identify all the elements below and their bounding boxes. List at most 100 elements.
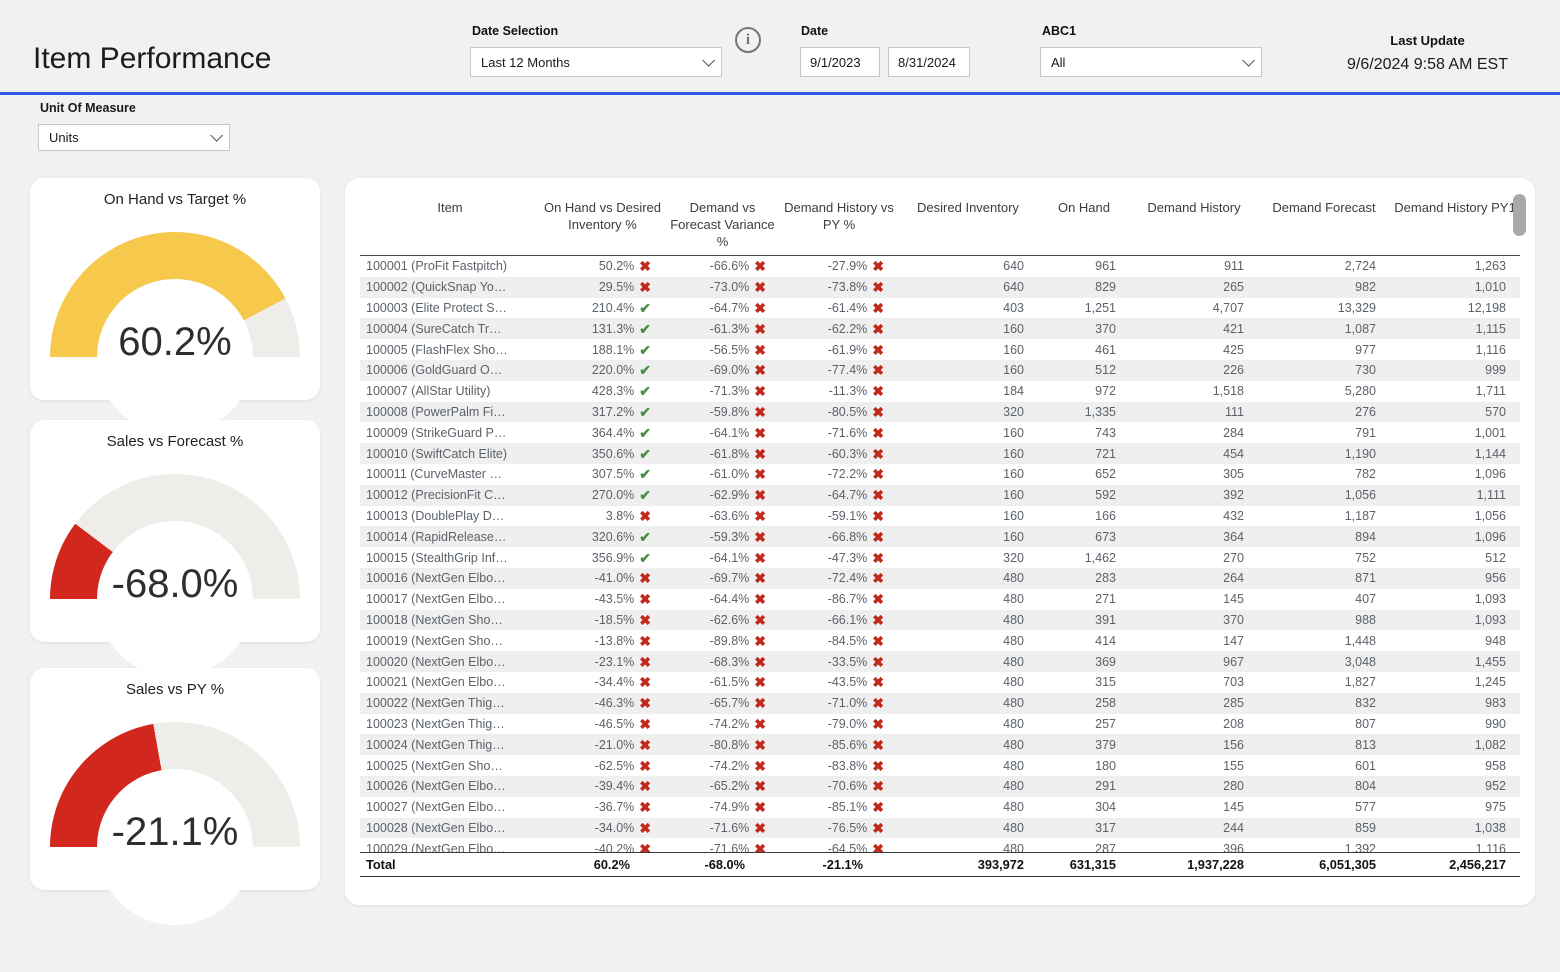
metric-value: -11.3% <box>829 384 868 398</box>
x-icon: ✖ <box>872 488 884 502</box>
metric-value: -72.4% <box>828 571 868 585</box>
date-from-input[interactable]: 9/1/2023 <box>800 47 880 77</box>
metric-cell: -72.4% ✖ <box>780 571 898 585</box>
num-cell: 703 <box>1130 675 1258 689</box>
item-cell: 100007 (AllStar Utility) <box>360 384 540 398</box>
table-row[interactable]: 100019 (NextGen Sho… -13.8% ✖ -89.8% ✖ -… <box>360 630 1520 651</box>
x-icon: ✖ <box>754 530 766 544</box>
metric-cell: -64.1% ✖ <box>665 551 780 565</box>
table-row[interactable]: 100006 (GoldGuard O… 220.0% ✔ -69.0% ✖ -… <box>360 360 1520 381</box>
table-row[interactable]: 100017 (NextGen Elbo… -43.5% ✖ -64.4% ✖ … <box>360 589 1520 610</box>
total-label: Total <box>360 857 540 872</box>
col-header-desired-inventory[interactable]: Desired Inventory <box>898 184 1038 255</box>
metric-cell: -71.6% ✖ <box>780 426 898 440</box>
table-row[interactable]: 100026 (NextGen Elbo… -39.4% ✖ -65.2% ✖ … <box>360 776 1520 797</box>
metric-cell: -60.3% ✖ <box>780 447 898 461</box>
col-header-on-hand[interactable]: On Hand <box>1038 184 1130 255</box>
x-icon: ✖ <box>754 842 766 852</box>
metric-cell: -61.0% ✖ <box>665 467 780 481</box>
item-cell: 100001 (ProFit Fastpitch) <box>360 259 540 273</box>
table-row[interactable]: 100020 (NextGen Elbo… -23.1% ✖ -68.3% ✖ … <box>360 651 1520 672</box>
chevron-down-icon <box>702 54 715 67</box>
num-cell: 782 <box>1258 467 1390 481</box>
table-row[interactable]: 100008 (PowerPalm Fi… 317.2% ✔ -59.8% ✖ … <box>360 402 1520 423</box>
table-row[interactable]: 100018 (NextGen Sho… -18.5% ✖ -62.6% ✖ -… <box>360 610 1520 631</box>
x-icon: ✖ <box>872 426 884 440</box>
table-row[interactable]: 100007 (AllStar Utility) 428.3% ✔ -71.3%… <box>360 381 1520 402</box>
num-cell: 145 <box>1130 592 1258 606</box>
table-row[interactable]: 100001 (ProFit Fastpitch) 50.2% ✖ -66.6%… <box>360 256 1520 277</box>
x-icon: ✖ <box>872 301 884 315</box>
check-icon: ✔ <box>639 363 651 377</box>
gauge-on-hand-vs-target: 60.2% <box>50 232 300 357</box>
table-row[interactable]: 100014 (RapidRelease… 320.6% ✔ -59.3% ✖ … <box>360 526 1520 547</box>
x-icon: ✖ <box>872 613 884 627</box>
table-row[interactable]: 100015 (StealthGrip Inf… 356.9% ✔ -64.1%… <box>360 547 1520 568</box>
table-row[interactable]: 100021 (NextGen Elbo… -34.4% ✖ -61.5% ✖ … <box>360 672 1520 693</box>
num-cell: 859 <box>1258 821 1390 835</box>
table-row[interactable]: 100011 (CurveMaster … 307.5% ✔ -61.0% ✖ … <box>360 464 1520 485</box>
metric-value: -73.0% <box>710 280 750 294</box>
num-cell: 5,280 <box>1258 384 1390 398</box>
table-row[interactable]: 100023 (NextGen Thig… -46.5% ✖ -74.2% ✖ … <box>360 714 1520 735</box>
metric-value: -62.6% <box>710 613 750 627</box>
table-row[interactable]: 100004 (SureCatch Tr… 131.3% ✔ -61.3% ✖ … <box>360 318 1520 339</box>
num-cell: 270 <box>1130 551 1258 565</box>
metric-value: -59.3% <box>710 530 750 544</box>
metric-value: -68.3% <box>710 655 750 669</box>
table-row[interactable]: 100013 (DoublePlay D… 3.8% ✖ -63.6% ✖ -5… <box>360 506 1520 527</box>
metric-cell: -80.8% ✖ <box>665 738 780 752</box>
info-icon[interactable]: i <box>735 27 761 53</box>
metric-value: -74.2% <box>710 717 750 731</box>
num-cell: 1,263 <box>1390 259 1520 273</box>
table-row[interactable]: 100012 (PrecisionFit C… 270.0% ✔ -62.9% … <box>360 485 1520 506</box>
metric-value: -64.5% <box>828 842 868 852</box>
table-row[interactable]: 100027 (NextGen Elbo… -36.7% ✖ -74.9% ✖ … <box>360 797 1520 818</box>
unit-of-measure-dropdown[interactable]: Units <box>38 124 230 151</box>
x-icon: ✖ <box>639 655 651 669</box>
num-cell: 2,724 <box>1258 259 1390 273</box>
date-to-input[interactable]: 8/31/2024 <box>888 47 970 77</box>
col-header-demand-history-py1[interactable]: Demand History PY1 <box>1390 184 1520 255</box>
table-row[interactable]: 100028 (NextGen Elbo… -34.0% ✖ -71.6% ✖ … <box>360 818 1520 839</box>
col-header-demand-forecast[interactable]: Demand Forecast <box>1258 184 1390 255</box>
table-row[interactable]: 100005 (FlashFlex Sho… 188.1% ✔ -56.5% ✖… <box>360 339 1520 360</box>
metric-cell: -70.6% ✖ <box>780 779 898 793</box>
table-row[interactable]: 100025 (NextGen Sho… -62.5% ✖ -74.2% ✖ -… <box>360 755 1520 776</box>
x-icon: ✖ <box>639 675 651 689</box>
vertical-scrollbar-thumb[interactable] <box>1513 194 1526 236</box>
table-row[interactable]: 100016 (NextGen Elbo… -41.0% ✖ -69.7% ✖ … <box>360 568 1520 589</box>
table-row[interactable]: 100003 (Elite Protect S… 210.4% ✔ -64.7%… <box>360 298 1520 319</box>
metric-cell: -61.8% ✖ <box>665 447 780 461</box>
date-label: Date <box>801 24 828 38</box>
abc1-dropdown[interactable]: All <box>1040 47 1262 77</box>
col-header-on-hand-vs-desired-inventory[interactable]: On Hand vs Desired Inventory % <box>540 184 665 255</box>
num-cell: 894 <box>1258 530 1390 544</box>
table-row[interactable]: 100009 (StrikeGuard P… 364.4% ✔ -64.1% ✖… <box>360 422 1520 443</box>
metric-cell: 356.9% ✔ <box>540 551 665 565</box>
metric-cell: -71.6% ✖ <box>665 821 780 835</box>
x-icon: ✖ <box>872 363 884 377</box>
table-row[interactable]: 100010 (SwiftCatch Elite) 350.6% ✔ -61.8… <box>360 443 1520 464</box>
date-selection-dropdown[interactable]: Last 12 Months <box>470 47 722 77</box>
table-row[interactable]: 100024 (NextGen Thig… -21.0% ✖ -80.8% ✖ … <box>360 734 1520 755</box>
num-cell: 276 <box>1258 405 1390 419</box>
metric-cell: -43.5% ✖ <box>780 675 898 689</box>
col-header-demand-history[interactable]: Demand History <box>1130 184 1258 255</box>
col-header-demand-vs-forecast-variance[interactable]: Demand vs Forecast Variance % <box>665 184 780 255</box>
metric-cell: 428.3% ✔ <box>540 384 665 398</box>
item-cell: 100004 (SureCatch Tr… <box>360 322 540 336</box>
metric-cell: -84.5% ✖ <box>780 634 898 648</box>
table-row[interactable]: 100029 (NextGen Elbo… -40.2% ✖ -71.6% ✖ … <box>360 838 1520 852</box>
metric-value: -74.9% <box>710 800 750 814</box>
table-row[interactable]: 100002 (QuickSnap Yo… 29.5% ✖ -73.0% ✖ -… <box>360 277 1520 298</box>
metric-value: 3.8% <box>606 509 635 523</box>
table-row[interactable]: 100022 (NextGen Thig… -46.3% ✖ -65.7% ✖ … <box>360 693 1520 714</box>
metric-value: -85.6% <box>828 738 868 752</box>
num-cell: 804 <box>1258 779 1390 793</box>
metric-value: -83.8% <box>828 759 868 773</box>
col-header-item[interactable]: Item <box>360 184 540 255</box>
col-header-demand-history-vs-py[interactable]: Demand History vs PY % <box>780 184 898 255</box>
metric-value: 317.2% <box>592 405 634 419</box>
x-icon: ✖ <box>754 551 766 565</box>
